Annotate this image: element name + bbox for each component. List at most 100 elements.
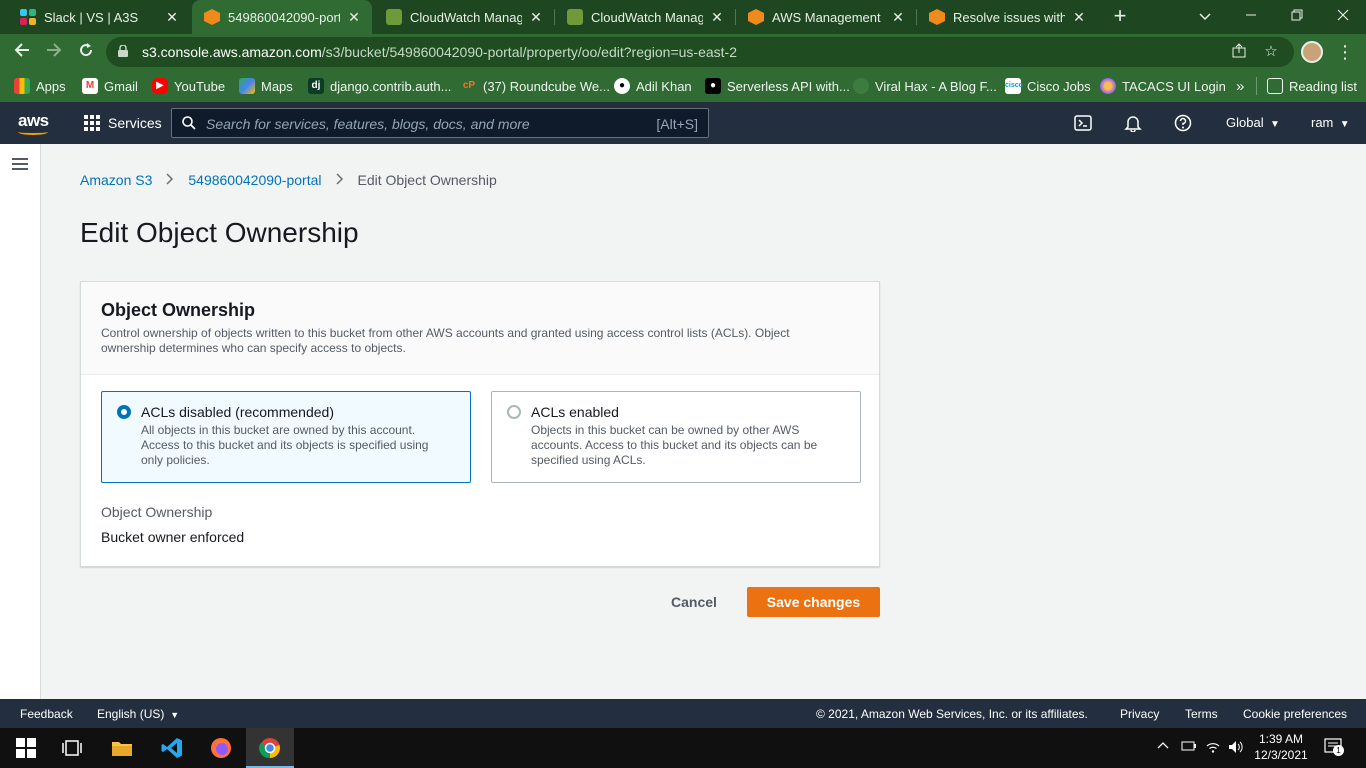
back-arrow-icon[interactable] (8, 38, 36, 66)
breadcrumb-bucket[interactable]: 549860042090-portal (188, 172, 321, 188)
share-icon[interactable] (1230, 43, 1248, 61)
new-tab-button[interactable]: + (1108, 4, 1132, 30)
chevron-up-icon[interactable] (1157, 740, 1169, 755)
option-label: ACLs disabled (recommended) (141, 404, 334, 420)
close-tab-icon[interactable]: ✕ (346, 9, 362, 26)
browser-tab[interactable]: CloudWatch Managem ✕ (374, 0, 554, 34)
close-tab-icon[interactable]: ✕ (164, 9, 180, 26)
browser-toolbar: s3.console.aws.amazon.com/s3/bucket/5498… (0, 34, 1366, 70)
ownership-setting-label: Object Ownership (101, 504, 213, 520)
region-selector[interactable]: Global ▼ (1226, 115, 1280, 130)
youtube-icon: ▶ (152, 78, 168, 94)
close-tab-icon[interactable]: ✕ (528, 9, 544, 26)
panel-description: Control ownership of objects written to … (101, 326, 790, 355)
acls-disabled-radio[interactable] (117, 405, 131, 419)
close-tab-icon[interactable]: ✕ (890, 9, 906, 26)
aws-s3-icon (204, 9, 220, 25)
battery-icon[interactable] (1181, 740, 1197, 755)
aws-icon (748, 9, 764, 25)
reading-list-icon (1267, 78, 1283, 94)
account-menu[interactable]: ram ▼ (1311, 115, 1350, 130)
cookie-preferences-link[interactable]: Cookie preferences (1243, 707, 1347, 721)
panel-title: Object Ownership (101, 300, 256, 320)
bookmark-gmail[interactable]: M Gmail (82, 76, 138, 96)
bookmark-viral-hax[interactable]: Viral Hax - A Blog F... (853, 76, 997, 96)
ownership-setting-value: Bucket owner enforced (101, 529, 245, 545)
github-icon: ● (614, 78, 630, 94)
file-explorer-icon[interactable] (110, 736, 134, 760)
services-grid-icon[interactable] (84, 115, 100, 131)
region-label: Global (1226, 115, 1264, 130)
firefox-icon[interactable] (209, 736, 233, 760)
browser-tab[interactable]: Slack | VS | A3S ✕ (8, 0, 190, 34)
aws-search-input[interactable]: Search for services, features, blogs, do… (171, 108, 709, 138)
bookmark-cisco-jobs[interactable]: cisco Cisco Jobs (1005, 76, 1091, 96)
save-changes-button[interactable]: Save changes (747, 587, 880, 617)
bookmark-tacacs[interactable]: TACACS UI Login (1100, 76, 1226, 96)
cpanel-icon: cP (462, 80, 476, 91)
services-menu-button[interactable]: Services (108, 115, 162, 131)
cancel-button[interactable]: Cancel (662, 587, 726, 617)
aws-logo[interactable]: aws (18, 111, 49, 131)
acls-disabled-option[interactable]: ACLs disabled (recommended) All objects … (101, 391, 471, 483)
breadcrumb-amazon-s3[interactable]: Amazon S3 (80, 172, 152, 188)
browser-tab[interactable]: AWS Management Co ✕ (736, 0, 916, 34)
wifi-icon[interactable] (1205, 740, 1221, 757)
feedback-link[interactable]: Feedback (20, 707, 73, 721)
browser-tab-active[interactable]: 549860042090-portal ✕ (192, 0, 372, 34)
system-clock[interactable]: 1:39 AM 12/3/2021 (1254, 731, 1308, 763)
bookmark-maps[interactable]: Maps (239, 76, 293, 96)
bookmark-youtube[interactable]: ▶ YouTube (152, 76, 225, 96)
browser-menu-icon[interactable]: ⋮ (1336, 40, 1354, 64)
search-icon (182, 116, 196, 130)
browser-tab-strip: Slack | VS | A3S ✕ 549860042090-portal ✕… (0, 0, 1366, 34)
terms-link[interactable]: Terms (1185, 707, 1218, 721)
bookmark-star-icon[interactable]: ☆ (1262, 43, 1280, 61)
bookmarks-overflow-button[interactable]: » (1236, 76, 1244, 96)
close-tab-icon[interactable]: ✕ (709, 9, 725, 26)
windows-taskbar: 1:39 AM 12/3/2021 1 (0, 728, 1366, 768)
bookmark-roundcube[interactable]: cP (37) Roundcube We... (461, 76, 610, 96)
language-selector[interactable]: English (US) ▼ (97, 707, 179, 721)
close-window-icon[interactable] (1320, 0, 1366, 34)
bookmark-apps[interactable]: Apps (14, 76, 66, 96)
vscode-icon[interactable] (160, 736, 184, 760)
cloudshell-icon[interactable] (1074, 114, 1092, 132)
windows-start-icon[interactable] (14, 736, 38, 760)
aws-logo-smile (18, 129, 48, 135)
page-title: Edit Object Ownership (80, 217, 359, 248)
restore-icon[interactable] (1274, 0, 1320, 34)
chevron-right-icon (166, 172, 174, 188)
apps-icon (14, 78, 30, 94)
chevron-right-icon (335, 172, 344, 188)
address-bar[interactable]: s3.console.aws.amazon.com/s3/bucket/5498… (106, 37, 1294, 67)
task-view-icon[interactable] (60, 736, 84, 760)
lock-icon[interactable] (118, 45, 128, 57)
firefox-icon (1100, 78, 1116, 94)
acls-enabled-option[interactable]: ACLs enabled Objects in this bucket can … (491, 391, 861, 483)
tab-search-chevron-icon[interactable] (1182, 0, 1228, 34)
chrome-taskbar-active[interactable] (246, 728, 294, 768)
maps-icon (239, 78, 255, 94)
notification-count: 1 (1333, 745, 1344, 756)
bookmark-serverless-api[interactable]: ● Serverless API with... (705, 76, 850, 96)
notifications-bell-icon[interactable] (1124, 114, 1142, 133)
clock-time: 1:39 AM (1258, 732, 1304, 746)
bookmark-adil-khan[interactable]: ● Adil Khan (614, 76, 692, 96)
notification-center-icon[interactable]: 1 (1324, 738, 1344, 759)
forward-arrow-icon[interactable] (40, 38, 68, 66)
minimize-icon[interactable] (1228, 0, 1274, 34)
bookmark-django[interactable]: dj django.contrib.auth... (308, 76, 451, 96)
volume-icon[interactable] (1228, 740, 1244, 757)
browser-tab[interactable]: CloudWatch Managem ✕ (555, 0, 735, 34)
help-icon[interactable] (1174, 114, 1192, 132)
profile-avatar[interactable] (1301, 41, 1323, 63)
privacy-link[interactable]: Privacy (1120, 707, 1159, 721)
close-tab-icon[interactable]: ✕ (1071, 9, 1087, 26)
menu-hamburger-icon[interactable] (12, 158, 28, 170)
caret-down-icon: ▼ (1267, 119, 1280, 130)
browser-tab[interactable]: Resolve issues with An ✕ (917, 0, 1097, 34)
reading-list-button[interactable]: Reading list (1256, 76, 1357, 96)
acls-enabled-radio[interactable] (507, 405, 521, 419)
reload-icon[interactable] (72, 38, 100, 66)
